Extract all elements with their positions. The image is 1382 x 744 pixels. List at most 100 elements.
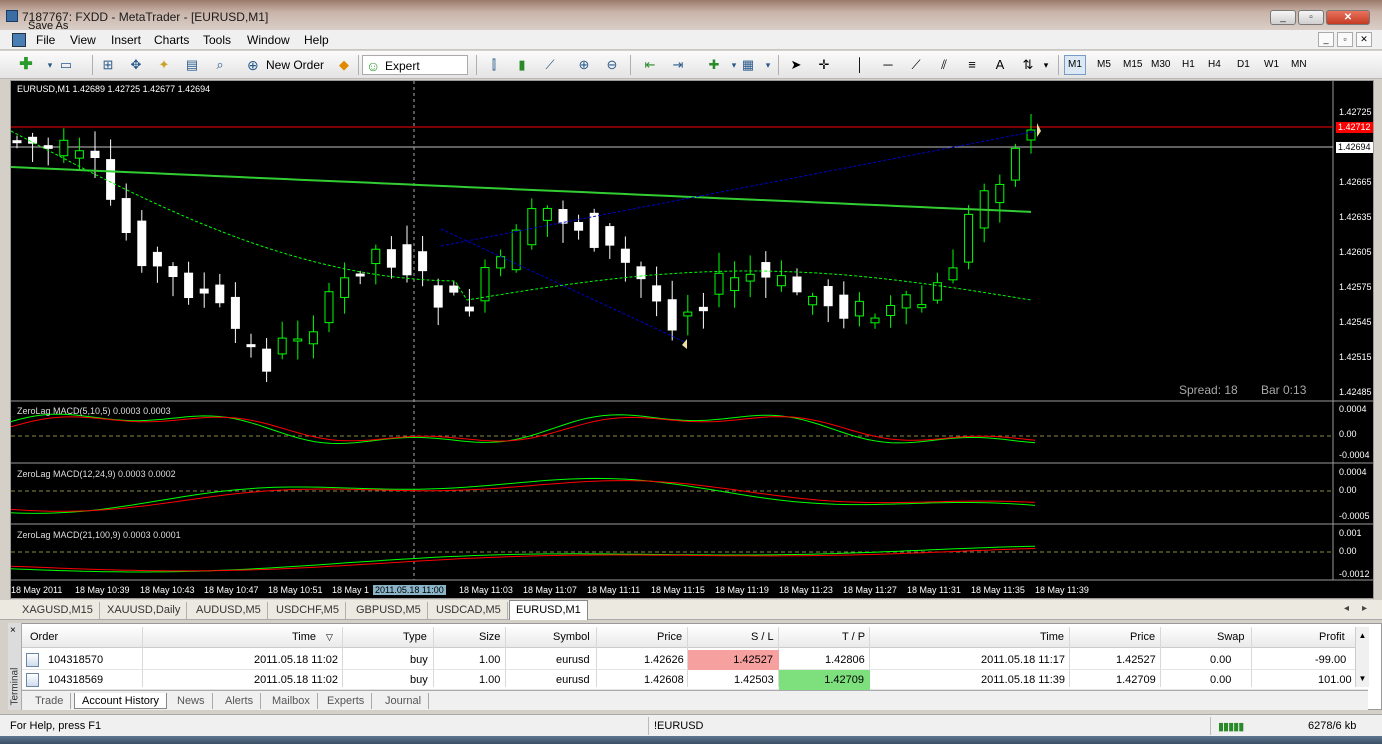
col-symbol[interactable]: Symbol (553, 626, 590, 648)
periods-icon[interactable]: ▦ (738, 55, 758, 75)
tab-alerts[interactable]: Alerts (218, 693, 262, 709)
timeframe-m30[interactable]: M30 (1148, 55, 1173, 75)
terminal-scrollbar[interactable]: ▲ ▼ (1355, 627, 1369, 687)
chart-tab-gbpusd[interactable]: GBPUSD,M5 (350, 602, 428, 619)
timeframe-h4[interactable]: H4 (1205, 55, 1224, 75)
mdi-close-button[interactable]: ✕ (1356, 32, 1372, 47)
col-order[interactable]: Order (30, 626, 58, 648)
menu-view[interactable]: View (70, 33, 96, 47)
chart-tab-xauusd[interactable]: XAUUSD,Daily (101, 602, 188, 619)
trendline-icon[interactable]: ⟋ (906, 55, 926, 75)
tabs-scroll-left-icon[interactable]: ◂ (1344, 603, 1349, 614)
text-icon[interactable]: A (990, 55, 1010, 75)
tabs-scroll-right-icon[interactable]: ▸ (1362, 603, 1367, 614)
table-row[interactable]: 104318570 2011.05.18 11:02 buy 1.00 euru… (22, 650, 1368, 670)
tab-news[interactable]: News (170, 693, 213, 709)
restore-button[interactable]: ▫ (1298, 10, 1324, 25)
price-axis-label: 1.42545 (1339, 317, 1372, 327)
close-button[interactable]: ✕ (1326, 10, 1370, 25)
menu-insert[interactable]: Insert (111, 33, 141, 47)
indicators-icon[interactable]: ✚ (704, 55, 724, 75)
tab-experts[interactable]: Experts (320, 693, 373, 709)
col-profit[interactable]: Profit (1319, 626, 1345, 648)
col-tp[interactable]: T / P (842, 626, 865, 648)
mdi-minimize-button[interactable]: _ (1318, 32, 1334, 47)
col-price[interactable]: Price (657, 626, 682, 648)
arrows-icon[interactable]: ⇅ (1018, 55, 1038, 75)
menu-help[interactable]: Help (304, 33, 329, 47)
candle-body (433, 285, 443, 308)
fibonacci-icon[interactable]: ≡ (962, 55, 982, 75)
chart-area[interactable]: EURUSD,M1 1.42689 1.42725 1.42677 1.4269… (10, 80, 1374, 599)
strategy-tester-icon[interactable]: ⌕ (210, 55, 230, 75)
scroll-down-icon[interactable]: ▼ (1356, 674, 1369, 683)
col-type[interactable]: Type (403, 626, 427, 648)
timeframe-h1[interactable]: H1 (1179, 55, 1198, 75)
candle-body (839, 294, 849, 319)
swap: 0.00 (1210, 654, 1232, 666)
col-swap[interactable]: Swap (1217, 626, 1245, 648)
col-time[interactable]: Time (292, 626, 316, 648)
arrows-chevron-icon[interactable]: ▾ (1036, 55, 1056, 75)
timeframe-mn[interactable]: MN (1288, 55, 1310, 75)
tab-journal[interactable]: Journal (378, 693, 430, 709)
chart-shift-icon[interactable]: ⇥ (668, 55, 688, 75)
expert-advisors-button[interactable]: ☺ Expert Advisors (362, 55, 468, 93)
toolbar-separator (92, 55, 93, 75)
new-chart-icon[interactable]: ✚ (16, 55, 36, 75)
data-window-icon[interactable]: ✦ (154, 55, 174, 75)
closed-order-icon (26, 653, 39, 667)
bar-chart-icon[interactable]: ⫿ (484, 55, 504, 75)
crosshair-icon[interactable]: ✛ (814, 55, 834, 75)
alert-icon[interactable]: ◆ (334, 55, 354, 75)
timeframe-d1[interactable]: D1 (1234, 55, 1253, 75)
chart-tab-xagusd[interactable]: XAGUSD,M15 (16, 602, 100, 619)
menu-tools[interactable]: Tools (203, 33, 231, 47)
candle-body (620, 248, 630, 263)
col-close-time[interactable]: Time (1040, 626, 1064, 648)
zoom-out-icon[interactable]: ⊖ (602, 55, 622, 75)
market-watch-icon[interactable]: ⊞ (98, 55, 118, 75)
periods-chevron-icon[interactable]: ▾ (758, 55, 778, 75)
candle-body (964, 213, 974, 263)
open-time: 2011.05.18 11:02 (254, 654, 339, 666)
menu-charts[interactable]: Charts (154, 33, 189, 47)
terminal-close-icon[interactable]: × (10, 625, 16, 636)
candle-body (277, 337, 287, 355)
order-symbol: eurusd (556, 674, 590, 686)
auto-scroll-icon[interactable]: ⇤ (640, 55, 660, 75)
cursor-icon[interactable]: ➤ (786, 55, 806, 75)
terminal-icon[interactable]: ▤ (182, 55, 202, 75)
navigator-icon[interactable]: ✥ (126, 55, 146, 75)
mdi-restore-button[interactable]: ▫ (1337, 32, 1353, 47)
candlestick-icon[interactable]: ▮ (512, 55, 532, 75)
chart-tab-eurusd[interactable]: EURUSD,M1 (509, 600, 588, 620)
chart-tab-audusd[interactable]: AUDUSD,M5 (190, 602, 268, 619)
col-sl[interactable]: S / L (751, 626, 774, 648)
vertical-line-icon[interactable]: │ (850, 55, 870, 75)
chart-window-icon[interactable] (12, 33, 26, 47)
minimize-button[interactable]: _ (1270, 10, 1296, 25)
menu-file[interactable]: File (36, 33, 55, 47)
menu-window[interactable]: Window (247, 33, 290, 47)
new-order-button[interactable]: ⊕ New Order (244, 55, 332, 75)
chart-tab-usdcad[interactable]: USDCAD,M5 (430, 602, 508, 619)
timeframe-m5[interactable]: M5 (1094, 55, 1114, 75)
zoom-in-icon[interactable]: ⊕ (574, 55, 594, 75)
timeframe-m1[interactable]: M1 (1064, 55, 1086, 75)
timeframe-w1[interactable]: W1 (1261, 55, 1282, 75)
timeframe-m15[interactable]: M15 (1120, 55, 1145, 75)
scroll-up-icon[interactable]: ▲ (1356, 631, 1369, 640)
equidistant-channel-icon[interactable]: ⫽ (934, 55, 954, 75)
candle-body (823, 286, 833, 307)
line-chart-icon[interactable]: ⟋ (540, 55, 560, 75)
profiles-icon[interactable]: ▭ (56, 55, 76, 75)
col-close-price[interactable]: Price (1130, 626, 1155, 648)
tab-account-history[interactable]: Account History (74, 693, 168, 709)
horizontal-line-icon[interactable]: ─ (878, 55, 898, 75)
col-size[interactable]: Size (479, 626, 500, 648)
tab-trade[interactable]: Trade (28, 693, 72, 709)
tab-mailbox[interactable]: Mailbox (265, 693, 318, 709)
table-row[interactable]: 104318569 2011.05.18 11:02 buy 1.00 euru… (22, 670, 1368, 690)
chart-tab-usdchf[interactable]: USDCHF,M5 (270, 602, 346, 619)
